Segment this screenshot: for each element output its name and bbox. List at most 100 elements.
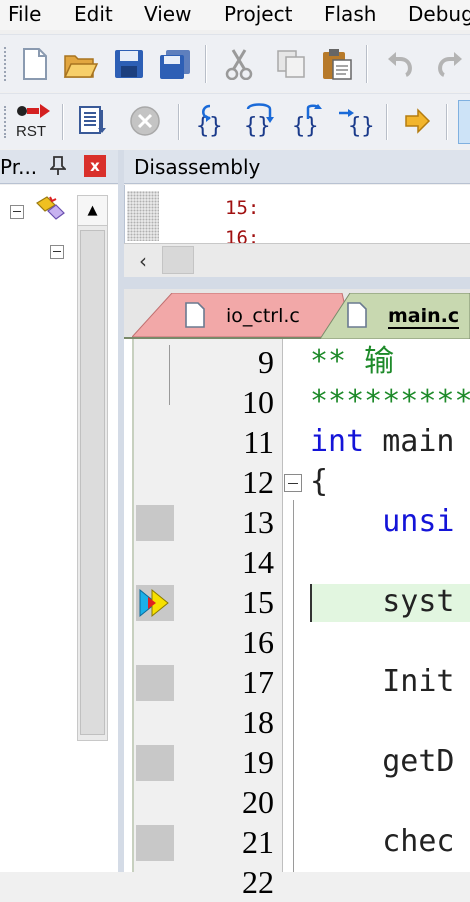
scrollbar-thumb[interactable]	[80, 230, 105, 735]
code-line-9[interactable]: 9 ** 输	[124, 342, 470, 382]
scrollbar-thumb[interactable]	[162, 246, 194, 274]
menu-flash[interactable]: Flash	[324, 1, 376, 27]
new-file-icon	[23, 48, 47, 80]
code-line-20[interactable]: 20	[124, 782, 470, 822]
menu-debug[interactable]: Debug	[408, 1, 470, 27]
run-icon	[79, 106, 106, 134]
menu-project[interactable]: Project	[224, 1, 292, 27]
disassembly-margin	[127, 191, 159, 241]
line-number: 9	[258, 344, 274, 380]
show-next-statement-button[interactable]	[398, 102, 436, 140]
pin-icon[interactable]	[48, 155, 68, 180]
step-out-button[interactable]: {}	[288, 102, 326, 140]
code-text: Init	[310, 664, 455, 699]
menu-file[interactable]: File	[8, 1, 41, 27]
current-instruction-icon	[139, 588, 169, 618]
cut-button[interactable]	[220, 45, 258, 83]
copy-button[interactable]	[272, 45, 310, 83]
code-text: int main	[310, 424, 455, 459]
command-window-button[interactable]	[458, 100, 470, 144]
stop-button[interactable]	[126, 102, 164, 140]
open-file-button[interactable]	[62, 45, 100, 83]
code-line-22[interactable]: 22	[124, 862, 470, 902]
redo-icon	[438, 52, 462, 77]
code-text: syst	[310, 584, 455, 619]
run-to-cursor-icon: {}	[339, 109, 374, 139]
step-out-icon: {}	[292, 104, 322, 139]
code-line-19[interactable]: 19 getD	[124, 742, 470, 782]
project-scrollbar[interactable]: ▲	[77, 195, 108, 741]
code-line-10[interactable]: 10 *********	[124, 382, 470, 422]
code-line-16[interactable]: 16	[124, 622, 470, 662]
code-text: *********	[310, 384, 470, 419]
undo-button[interactable]	[382, 45, 420, 83]
debug-toolbar: RST {} {} {} {}	[0, 93, 470, 149]
line-number: 11	[243, 424, 274, 460]
scroll-left-icon[interactable]: ‹	[128, 246, 158, 276]
redo-button[interactable]	[430, 45, 468, 83]
run-to-cursor-button[interactable]: {}	[336, 102, 374, 140]
line-number: 20	[242, 784, 274, 820]
line-number: 16	[242, 624, 274, 660]
project-panel-title: Pr...	[0, 155, 38, 179]
tab-label: main.c	[388, 305, 460, 329]
step-into-button[interactable]: {}	[192, 102, 230, 140]
toolbar-separator	[366, 45, 367, 83]
line-number: 12	[242, 464, 274, 500]
line-number: 19	[242, 744, 274, 780]
code-line-11[interactable]: 11 int main	[124, 422, 470, 462]
code-line-18[interactable]: 18	[124, 702, 470, 742]
line-number: 22	[242, 864, 274, 900]
file-toolbar	[0, 34, 470, 92]
code-line-21[interactable]: 21 chec	[124, 822, 470, 862]
scroll-up-icon[interactable]: ▲	[78, 196, 107, 226]
save-button[interactable]	[110, 45, 148, 83]
line-number: 17	[242, 664, 274, 700]
toolbar-grip[interactable]	[4, 106, 7, 138]
toolbar-grip[interactable]	[4, 47, 7, 81]
disassembly-header: Disassembly	[124, 150, 470, 184]
menu-edit[interactable]: Edit	[74, 1, 113, 27]
close-panel-button[interactable]: x	[84, 155, 106, 177]
menu-view[interactable]: View	[144, 1, 191, 27]
disassembly-line: 15:	[225, 197, 260, 219]
code-line-12[interactable]: 12 {	[124, 462, 470, 502]
code-text: getD	[310, 744, 455, 779]
svg-text:{}: {}	[348, 114, 374, 139]
breakpoint-slot[interactable]	[136, 505, 174, 541]
copy-icon	[277, 50, 305, 78]
code-line-13[interactable]: 13 unsi	[124, 502, 470, 542]
new-file-button[interactable]	[16, 45, 54, 83]
code-text: ** 输	[310, 344, 395, 379]
paste-button[interactable]	[318, 45, 356, 83]
code-line-14[interactable]: 14	[124, 542, 470, 582]
stop-icon	[130, 106, 160, 136]
code-line-15[interactable]: 15 syst	[124, 582, 470, 622]
code-line-17[interactable]: 17 Init	[124, 662, 470, 702]
breakpoint-slot[interactable]	[136, 665, 174, 701]
step-over-icon: {}	[244, 103, 274, 139]
reset-button[interactable]: RST	[14, 102, 52, 140]
scissors-icon	[225, 49, 253, 80]
target-icon[interactable]	[34, 193, 66, 227]
project-panel-header: Pr... x	[0, 150, 118, 184]
fold-collapse-icon[interactable]	[284, 474, 302, 492]
save-all-button[interactable]	[156, 45, 194, 83]
toolbar-separator	[386, 104, 387, 140]
run-button[interactable]	[74, 102, 112, 140]
reset-label: RST	[16, 123, 46, 140]
disassembly-title: Disassembly	[134, 155, 261, 179]
code-text: {	[310, 464, 329, 499]
line-number: 14	[242, 544, 274, 580]
tab-io-ctrl[interactable]: io_ctrl.c	[132, 293, 352, 337]
tab-main[interactable]: main.c	[320, 293, 470, 339]
step-over-button[interactable]: {}	[240, 102, 278, 140]
code-text: unsi	[310, 504, 455, 539]
breakpoint-slot[interactable]	[136, 825, 174, 861]
line-number: 21	[242, 824, 274, 860]
collapse-icon[interactable]	[10, 205, 24, 219]
disassembly-hscrollbar[interactable]: ‹	[124, 243, 470, 277]
collapse-icon[interactable]	[50, 245, 64, 259]
breakpoint-slot[interactable]	[136, 745, 174, 781]
toolbar-separator	[446, 104, 447, 140]
